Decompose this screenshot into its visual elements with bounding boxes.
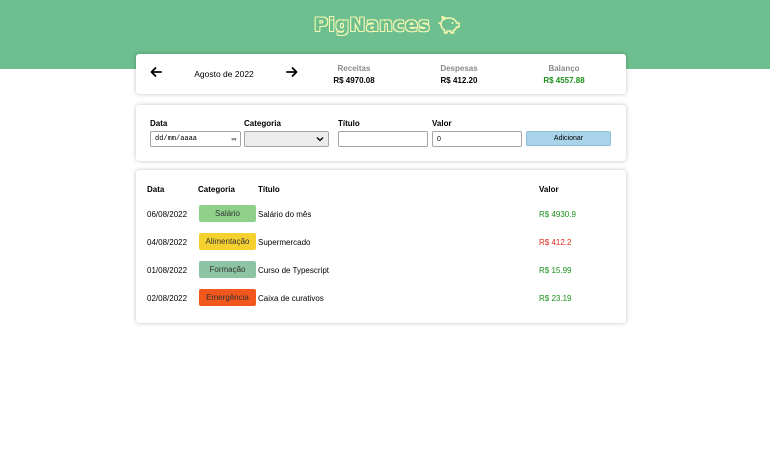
expenses-label: Despesas: [440, 64, 478, 73]
piggy-bank-icon: [438, 15, 461, 34]
calendar-icon[interactable]: ▭: [232, 135, 236, 144]
balance-stat: Balanço R$ 4557.88: [524, 64, 604, 85]
chevron-down-icon: [316, 137, 324, 142]
app-logo: PigNances: [314, 12, 461, 38]
row-title: Caixa de curativos: [258, 294, 324, 303]
title-input[interactable]: [338, 131, 428, 147]
balance-value: R$ 4557.88: [543, 76, 585, 85]
date-label: Data: [150, 119, 168, 128]
value-label: Valor: [432, 119, 452, 128]
current-month: Agosto de 2022: [194, 69, 254, 79]
date-field: Data dd/mm/aaaa ▭: [150, 119, 241, 147]
table-row: 01/08/2022 Formação Curso de Typescript …: [136, 261, 626, 279]
row-title: Supermercado: [258, 238, 311, 247]
balance-label: Balanço: [548, 64, 580, 73]
transactions-table: Data Categoria Título Valor 06/08/2022 S…: [136, 170, 626, 323]
row-title: Curso de Typescript: [258, 266, 329, 275]
category-badge: Formação: [199, 261, 256, 278]
add-button[interactable]: Adicionar: [526, 131, 611, 146]
row-value: R$ 23.19: [539, 294, 572, 303]
header-title: Título: [258, 185, 280, 194]
income-label: Receitas: [337, 64, 371, 73]
category-field: Categoria: [244, 119, 329, 147]
income-stat: Receitas R$ 4970.08: [314, 64, 394, 85]
row-value: R$ 15.99: [539, 266, 572, 275]
expenses-value: R$ 412.20: [440, 76, 478, 85]
arrow-left-icon[interactable]: [150, 66, 162, 78]
app-name: PigNances: [314, 14, 431, 36]
add-entry-form: Data dd/mm/aaaa ▭ Categoria Título Valor…: [136, 105, 626, 161]
row-date: 01/08/2022: [147, 266, 188, 275]
arrow-right-icon[interactable]: [286, 66, 298, 78]
row-value: R$ 412.2: [539, 238, 572, 247]
category-badge: Emergência: [199, 289, 256, 306]
row-date: 04/08/2022: [147, 238, 188, 247]
category-label: Categoria: [244, 119, 281, 128]
row-value: R$ 4930.9: [539, 210, 576, 219]
title-label: Título: [338, 119, 360, 128]
header-category: Categoria: [198, 185, 235, 194]
value-input[interactable]: 0: [432, 131, 522, 147]
row-date: 06/08/2022: [147, 210, 188, 219]
category-badge: Alimentação: [199, 233, 256, 250]
table-row: 02/08/2022 Emergência Caixa de curativos…: [136, 289, 626, 307]
header-value: Valor: [539, 185, 559, 194]
income-value: R$ 4970.08: [333, 76, 375, 85]
table-row: 04/08/2022 Alimentação Supermercado R$ 4…: [136, 233, 626, 251]
row-date: 02/08/2022: [147, 294, 188, 303]
date-placeholder: dd/mm/aaaa: [155, 135, 198, 143]
title-field: Título: [338, 119, 428, 147]
expenses-stat: Despesas R$ 412.20: [419, 64, 499, 85]
header-date: Data: [147, 185, 165, 194]
summary-card: Agosto de 2022 Receitas R$ 4970.08 Despe…: [136, 54, 626, 94]
table-row: 06/08/2022 Salário Salário do mês R$ 493…: [136, 205, 626, 223]
row-title: Salário do mês: [258, 210, 312, 219]
value-field: Valor 0: [432, 119, 522, 147]
category-badge: Salário: [199, 205, 256, 222]
category-select[interactable]: [244, 131, 329, 147]
date-input[interactable]: dd/mm/aaaa ▭: [150, 131, 241, 147]
